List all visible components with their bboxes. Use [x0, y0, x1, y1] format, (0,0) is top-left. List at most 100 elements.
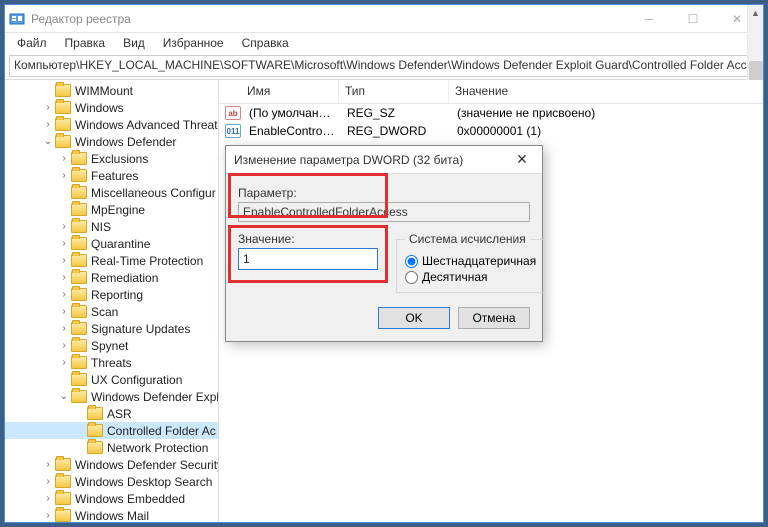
- list-header: Имя Тип Значение: [219, 80, 763, 104]
- folder-icon: [71, 322, 87, 335]
- tree-item[interactable]: ⌄ Windows Defender Expl: [5, 388, 218, 405]
- tree-item[interactable]: UX Configuration: [5, 371, 218, 388]
- titlebar: Редактор реестра ─ ☐ ✕: [5, 5, 763, 33]
- folder-icon: [71, 356, 87, 369]
- folder-icon: [71, 220, 87, 233]
- chevron-right-icon[interactable]: ›: [41, 476, 55, 487]
- folder-icon: [71, 271, 87, 284]
- chevron-right-icon[interactable]: ›: [57, 289, 71, 300]
- folder-icon: [55, 101, 71, 114]
- tree-item-label: Reporting: [91, 288, 143, 302]
- tree-item-label: Network Protection: [107, 441, 208, 455]
- chevron-down-icon[interactable]: ⌄: [41, 136, 55, 147]
- tree-item[interactable]: ASR: [5, 405, 218, 422]
- param-label: Параметр:: [238, 186, 530, 200]
- tree-item[interactable]: ›Exclusions: [5, 150, 218, 167]
- chevron-right-icon[interactable]: ›: [57, 306, 71, 317]
- radio-dec[interactable]: Десятичная: [405, 270, 536, 284]
- tree-item-label: NIS: [91, 220, 111, 234]
- chevron-right-icon[interactable]: ›: [41, 459, 55, 470]
- col-type[interactable]: Тип: [339, 80, 449, 103]
- chevron-right-icon[interactable]: ›: [57, 323, 71, 334]
- registry-tree[interactable]: WIMMount › Windows › Windows Advanced Threat…: [5, 80, 219, 522]
- tree-item[interactable]: Network Protection: [5, 439, 218, 456]
- chevron-right-icon[interactable]: ›: [57, 170, 71, 181]
- chevron-right-icon[interactable]: ›: [57, 221, 71, 232]
- radio-hex-input[interactable]: [405, 255, 418, 268]
- tree-item[interactable]: ›Quarantine: [5, 235, 218, 252]
- chevron-right-icon[interactable]: ›: [41, 102, 55, 113]
- ok-button[interactable]: OK: [378, 307, 450, 329]
- cancel-button[interactable]: Отмена: [458, 307, 530, 329]
- tree-item-label: Windows: [75, 101, 124, 115]
- tree-item[interactable]: ›Signature Updates: [5, 320, 218, 337]
- tree-item-label: Scan: [91, 305, 118, 319]
- menu-favorites[interactable]: Избранное: [155, 34, 232, 52]
- value-label: Значение:: [238, 232, 378, 246]
- tree-item-label: WIMMount: [75, 84, 133, 98]
- cell-name: (По умолчанию): [243, 106, 341, 120]
- radio-dec-input[interactable]: [405, 271, 418, 284]
- tree-item[interactable]: › Windows Defender Security: [5, 456, 218, 473]
- chevron-right-icon[interactable]: ›: [41, 493, 55, 504]
- tree-item[interactable]: ›Remediation: [5, 269, 218, 286]
- radio-hex[interactable]: Шестнадцатеричная: [405, 254, 536, 268]
- value-input[interactable]: [238, 248, 378, 270]
- tree-item[interactable]: ›Threats: [5, 354, 218, 371]
- chevron-right-icon[interactable]: ›: [57, 255, 71, 266]
- tree-item[interactable]: › NIS: [5, 218, 218, 235]
- chevron-right-icon[interactable]: ›: [57, 153, 71, 164]
- col-value[interactable]: Значение: [449, 80, 763, 103]
- chevron-right-icon[interactable]: ›: [57, 340, 71, 351]
- tree-item[interactable]: MpEngine: [5, 201, 218, 218]
- tree-item[interactable]: › Spynet: [5, 337, 218, 354]
- address-bar[interactable]: Компьютер\HKEY_LOCAL_MACHINE\SOFTWARE\Mi…: [9, 55, 759, 77]
- chevron-right-icon[interactable]: ›: [57, 357, 71, 368]
- tree-item[interactable]: › Windows Advanced Threat: [5, 116, 218, 133]
- tree-item[interactable]: ›Real-Time Protection: [5, 252, 218, 269]
- tree-item-label: Miscellaneous Configur: [91, 186, 216, 200]
- tree-item[interactable]: Miscellaneous Configur: [5, 184, 218, 201]
- tree-item-label: Windows Advanced Threat: [75, 118, 218, 132]
- menu-edit[interactable]: Правка: [57, 34, 114, 52]
- chevron-right-icon[interactable]: ›: [57, 272, 71, 283]
- chevron-right-icon[interactable]: ›: [41, 119, 55, 130]
- dialog-close-button[interactable]: ✕: [510, 151, 534, 168]
- base-legend: Система исчисления: [405, 232, 530, 246]
- chevron-down-icon[interactable]: ⌄: [57, 391, 71, 402]
- chevron-right-icon[interactable]: ›: [41, 510, 55, 521]
- menu-view[interactable]: Вид: [115, 34, 153, 52]
- folder-icon: [71, 305, 87, 318]
- folder-icon: [55, 458, 71, 471]
- tree-item-label: Windows Defender Expl: [91, 390, 219, 404]
- tree-item-label: ASR: [107, 407, 132, 421]
- tree-item[interactable]: ⌄Windows Defender: [5, 133, 218, 150]
- menu-help[interactable]: Справка: [234, 34, 297, 52]
- folder-icon: [71, 169, 87, 182]
- dialog-titlebar[interactable]: Изменение параметра DWORD (32 бита) ✕: [226, 146, 542, 174]
- tree-item[interactable]: › Reporting: [5, 286, 218, 303]
- list-row[interactable]: ab(По умолчанию)REG_SZ(значение не присв…: [219, 104, 763, 122]
- tree-item[interactable]: WIMMount: [5, 82, 218, 99]
- minimize-button[interactable]: ─: [627, 7, 671, 31]
- tree-item-label: Windows Defender Security: [75, 458, 219, 472]
- folder-icon: [87, 441, 103, 454]
- tree-item-label: Features: [91, 169, 138, 183]
- tree-item[interactable]: › Scan: [5, 303, 218, 320]
- folder-icon: [55, 135, 71, 148]
- tree-item[interactable]: › Features: [5, 167, 218, 184]
- list-row[interactable]: 011EnableControlle...REG_DWORD0x00000001…: [219, 122, 763, 140]
- tree-item[interactable]: ›Windows Embedded: [5, 490, 218, 507]
- maximize-button[interactable]: ☐: [671, 7, 715, 31]
- menubar: Файл Правка Вид Избранное Справка: [5, 33, 763, 53]
- tree-item[interactable]: Controlled Folder Ac: [5, 422, 218, 439]
- col-name[interactable]: Имя: [219, 80, 339, 103]
- tree-item[interactable]: ›Windows Mail: [5, 507, 218, 522]
- tree-item-label: Spynet: [91, 339, 128, 353]
- dialog-title: Изменение параметра DWORD (32 бита): [234, 153, 510, 167]
- folder-icon: [71, 186, 87, 199]
- tree-item[interactable]: › Windows: [5, 99, 218, 116]
- chevron-right-icon[interactable]: ›: [57, 238, 71, 249]
- menu-file[interactable]: Файл: [9, 34, 55, 52]
- tree-item[interactable]: ›Windows Desktop Search: [5, 473, 218, 490]
